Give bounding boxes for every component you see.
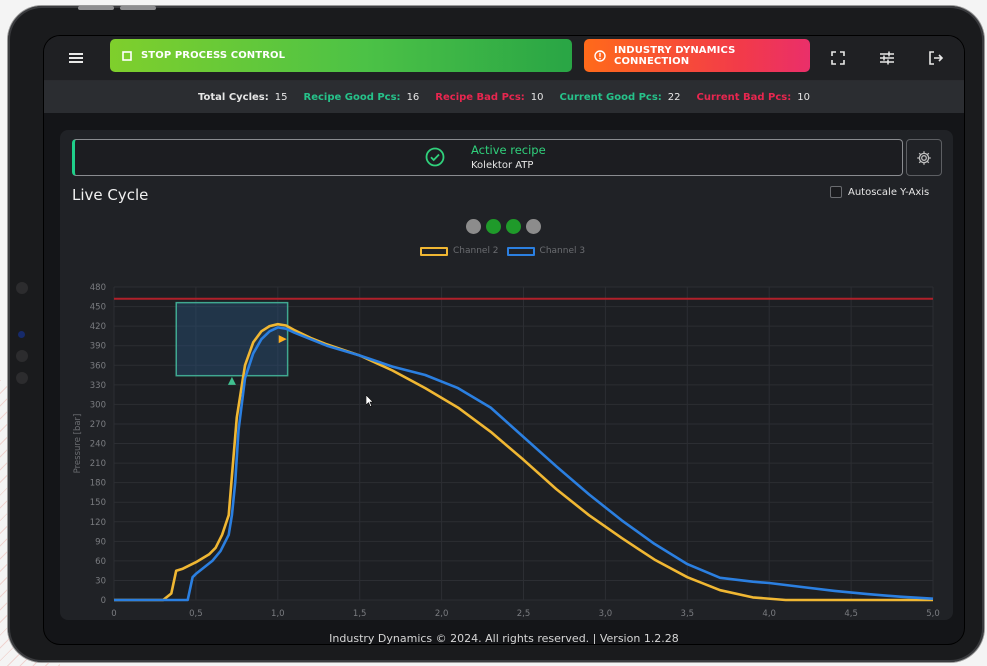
stat-label: Recipe Bad Pcs: <box>435 91 525 103</box>
x-tick-label: 5,0 <box>926 609 940 619</box>
y-tick-label: 300 <box>90 400 106 410</box>
x-tick-label: 0,5 <box>189 609 203 619</box>
connection-label: INDUSTRY DYNAMICS CONNECTION <box>614 44 736 67</box>
stat-item: Current Good Pcs: 22 <box>560 92 681 103</box>
x-tick-label: 3,5 <box>681 609 695 619</box>
y-axis-label: Pressure [bar] <box>73 414 83 474</box>
sliders-icon[interactable] <box>873 44 901 72</box>
y-tick-label: 210 <box>90 459 106 469</box>
fullscreen-icon[interactable] <box>824 44 852 72</box>
stat-value: 22 <box>667 91 681 103</box>
volume-slit <box>78 6 114 10</box>
y-tick-label: 450 <box>90 303 106 313</box>
stop-process-label: STOP PROCESS CONTROL <box>141 50 286 61</box>
y-tick-label: 330 <box>90 381 106 391</box>
footer-text: Industry Dynamics © 2024. All rights res… <box>329 632 679 644</box>
x-tick-label: 1,5 <box>353 609 367 619</box>
y-tick-label: 30 <box>95 576 106 586</box>
x-tick-label: 3,0 <box>599 609 613 619</box>
stat-value: 16 <box>406 91 420 103</box>
live-cycle-panel: Active recipe Kolektor ATP Live Cycle Au… <box>60 130 953 620</box>
stat-item: Recipe Bad Pcs: 10 <box>435 92 543 103</box>
stat-value: 15 <box>274 91 288 103</box>
app-bar: STOP PROCESS CONTROL INDUSTRY DYNAMICS C… <box>44 36 964 81</box>
x-tick-label: 2,0 <box>435 609 449 619</box>
volume-slit <box>120 6 156 10</box>
mouse-cursor <box>365 392 374 411</box>
x-tick-label: 4,0 <box>762 609 776 619</box>
stat-value: 10 <box>530 91 544 103</box>
x-tick-label: 4,5 <box>844 609 858 619</box>
stats-bar: Total Cycles: 15 Recipe Good Pcs: 16 Recipe … <box>44 81 964 113</box>
stat-item: Recipe Good Pcs: 16 <box>304 92 420 103</box>
x-tick-label: 0 <box>111 609 116 619</box>
stat-label: Total Cycles: <box>198 91 269 103</box>
stat-value: 10 <box>797 91 810 103</box>
y-tick-label: 420 <box>90 322 106 332</box>
y-tick-label: 180 <box>90 479 106 489</box>
stop-process-control-button[interactable]: STOP PROCESS CONTROL <box>110 39 572 72</box>
tolerance-window <box>175 301 289 377</box>
industry-dynamics-connection-button[interactable]: INDUSTRY DYNAMICS CONNECTION <box>584 39 810 72</box>
side-sensor <box>16 372 28 384</box>
alert-circle-icon <box>594 49 606 62</box>
tablet-frame: STOP PROCESS CONTROL INDUSTRY DYNAMICS C… <box>8 6 984 662</box>
y-tick-label: 120 <box>90 518 106 528</box>
y-tick-label: 0 <box>101 596 106 606</box>
y-tick-label: 90 <box>95 537 106 547</box>
camera-lens <box>18 331 25 338</box>
side-sensor <box>16 350 28 362</box>
y-tick-label: 60 <box>95 557 106 567</box>
stat-label: Current Good Pcs: <box>559 91 662 103</box>
y-tick-label: 360 <box>90 361 106 371</box>
logout-icon[interactable] <box>922 44 950 72</box>
side-sensor <box>16 282 28 294</box>
y-tick-label: 270 <box>90 420 106 430</box>
stat-label: Current Bad Pcs: <box>696 91 792 103</box>
y-tick-label: 240 <box>90 440 106 450</box>
x-tick-label: 2,5 <box>517 609 531 619</box>
stat-item: Current Bad Pcs: 10 <box>697 92 810 103</box>
stat-item: Total Cycles: 15 <box>198 92 287 103</box>
x-tick-label: 1,0 <box>271 609 285 619</box>
app-screen: STOP PROCESS CONTROL INDUSTRY DYNAMICS C… <box>44 36 964 644</box>
hamburger-icon[interactable] <box>62 44 90 72</box>
stat-label: Recipe Good Pcs: <box>303 91 401 103</box>
pressure-chart: 0 30 60 90 120 150 180 210 240 270 300 330 360 390 420… <box>73 283 940 619</box>
y-tick-label: 390 <box>90 342 106 352</box>
stop-square-icon <box>122 50 132 61</box>
y-tick-label: 480 <box>90 283 106 293</box>
y-tick-label: 150 <box>90 498 106 508</box>
